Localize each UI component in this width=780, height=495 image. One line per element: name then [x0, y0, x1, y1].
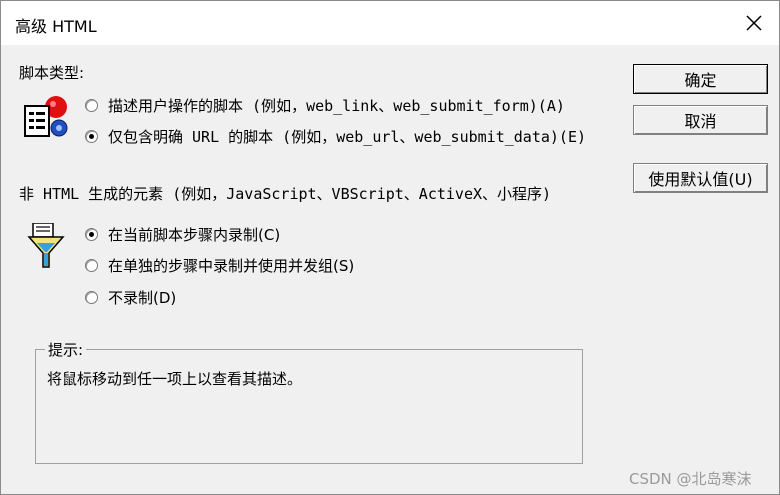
non-html-label: 非 HTML 生成的元素 (例如，JavaScript、VBScript、Act… [19, 185, 552, 203]
hint-group-box [35, 349, 583, 464]
ok-button[interactable]: 确定 [633, 64, 768, 94]
radio-button-checked[interactable] [85, 130, 98, 143]
radio-do-not-record[interactable]: 不录制(D) [85, 287, 176, 308]
radio-label: 描述用户操作的脚本 (例如，web_link、web_submit_form)(… [108, 97, 565, 115]
close-button[interactable] [729, 1, 779, 45]
cancel-button[interactable]: 取消 [633, 105, 768, 135]
radio-record-current-step[interactable]: 在当前脚本步骤内录制(C) [85, 224, 280, 245]
advanced-html-dialog: 高级 HTML 脚本类型: 描述用户操作的脚本 (例如，web_link、web… [0, 0, 780, 495]
radio-explicit-url-only[interactable]: 仅包含明确 URL 的脚本 (例如，web_url、web_submit_dat… [85, 126, 586, 147]
radio-describe-user-actions[interactable]: 描述用户操作的脚本 (例如，web_link、web_submit_form)(… [85, 95, 565, 116]
script-type-label: 脚本类型: [19, 64, 85, 82]
radio-button-unchecked[interactable] [85, 99, 98, 112]
close-icon [746, 15, 762, 31]
title-bar: 高级 HTML [1, 1, 779, 45]
window-title: 高级 HTML [15, 17, 97, 36]
radio-label: 在当前脚本步骤内录制(C) [108, 226, 281, 244]
watermark: CSDN @北岛寒沫 [629, 470, 752, 488]
radio-label: 不录制(D) [108, 289, 177, 307]
filter-funnel-icon [27, 223, 65, 268]
use-defaults-button[interactable]: 使用默认值(U) [633, 163, 768, 193]
radio-button-unchecked[interactable] [85, 259, 98, 272]
radio-button-unchecked[interactable] [85, 291, 98, 304]
radio-button-checked[interactable] [85, 228, 98, 241]
hint-legend: 提示: [45, 339, 87, 360]
radio-label: 仅包含明确 URL 的脚本 (例如，web_url、web_submit_dat… [108, 128, 587, 146]
radio-record-separate-step[interactable]: 在单独的步骤中录制并使用并发组(S) [85, 255, 354, 276]
hint-text: 将鼠标移动到任一项上以查看其描述。 [47, 370, 303, 388]
script-icon [24, 96, 68, 137]
radio-label: 在单独的步骤中录制并使用并发组(S) [108, 257, 355, 275]
